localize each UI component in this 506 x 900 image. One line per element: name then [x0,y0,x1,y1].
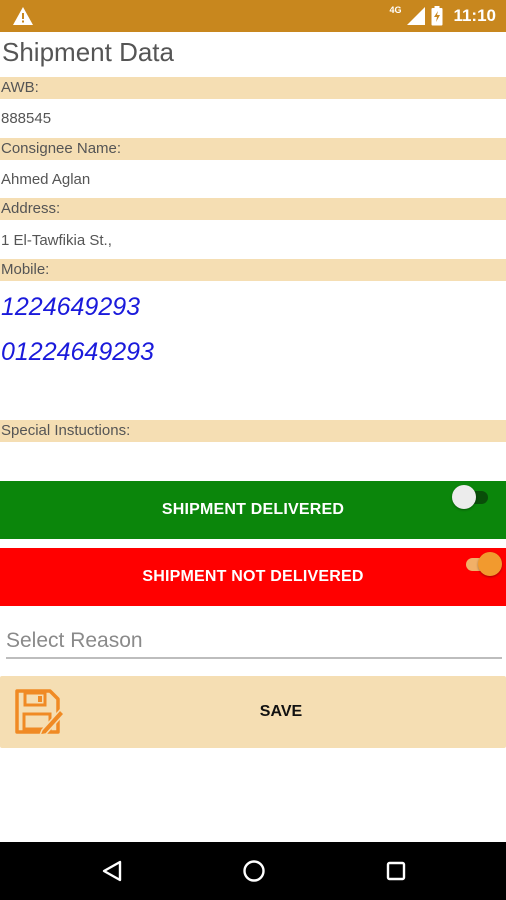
mobile-link-2[interactable]: 01224649293 [1,338,154,367]
consignee-label: Consignee Name: [0,138,506,160]
special-instructions-label: Special Instuctions: [0,420,506,442]
recent-square-icon[interactable] [384,859,408,883]
switch-thumb [478,552,502,576]
consignee-value: Ahmed Aglan [1,171,91,188]
not-delivered-switch[interactable] [462,552,502,576]
mobile-label: Mobile: [0,259,506,281]
back-triangle-icon[interactable] [100,859,124,883]
mobile-link-1[interactable]: 1224649293 [1,293,140,322]
shipment-not-delivered-button[interactable]: SHIPMENT NOT DELIVERED [0,548,506,606]
clock: 11:10 [453,6,496,25]
network-type: 4G [389,5,402,15]
shipment-delivered-label: SHIPMENT DELIVERED [161,501,345,518]
shipment-not-delivered-label: SHIPMENT NOT DELIVERED [142,568,364,585]
switch-thumb [452,485,476,509]
warning-icon [13,7,33,25]
signal-icon [407,7,426,25]
delivered-switch[interactable] [452,485,492,509]
status-bar: 4G 11:10 [0,0,506,32]
awb-label: AWB: [0,77,506,99]
select-reason-dropdown[interactable]: Select Reason [6,623,502,659]
address-value: 1 El-Tawfikia St., [1,232,112,249]
save-label: SAVE [259,703,303,720]
shipment-delivered-button[interactable]: SHIPMENT DELIVERED [0,481,506,539]
battery-icon [431,6,443,26]
page-title: Shipment Data [2,37,174,67]
status-right: 4G 11:10 [389,0,496,32]
save-button[interactable]: SAVE [0,676,506,748]
navigation-bar [0,842,506,900]
address-label: Address: [0,198,506,220]
home-circle-icon[interactable] [242,859,266,883]
awb-value: 888545 [1,110,52,127]
